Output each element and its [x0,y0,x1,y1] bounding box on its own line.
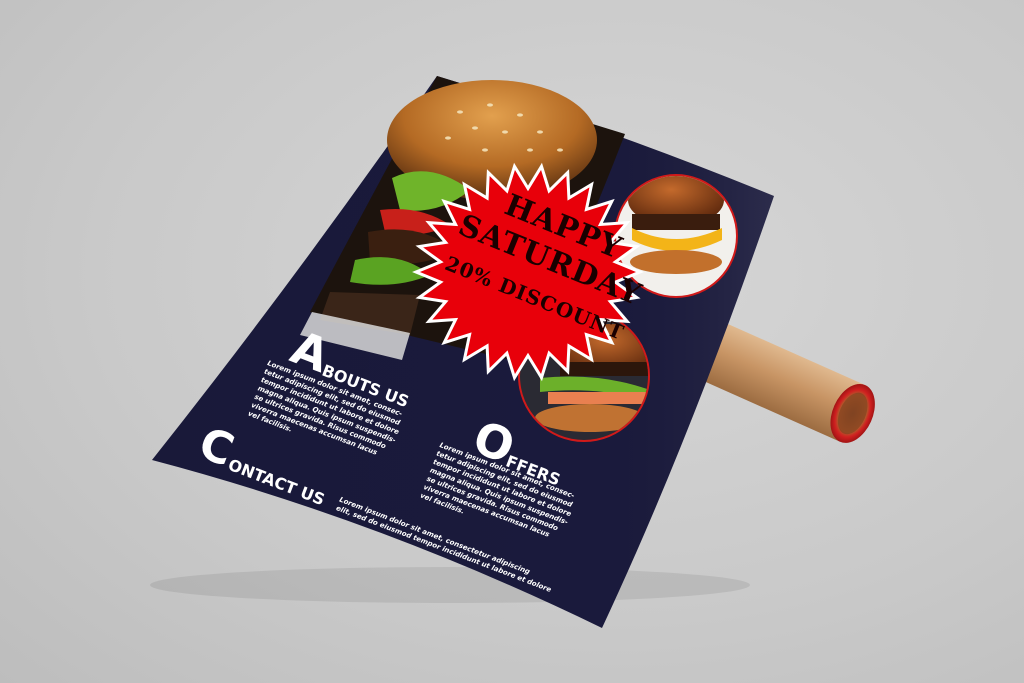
floor-shadow [150,567,750,603]
mockup-scene: HAPPY SATURDAY 20% DISCOUNT A BOUTS US L… [150,76,875,628]
flyer: HAPPY SATURDAY 20% DISCOUNT A BOUTS US L… [152,76,774,628]
